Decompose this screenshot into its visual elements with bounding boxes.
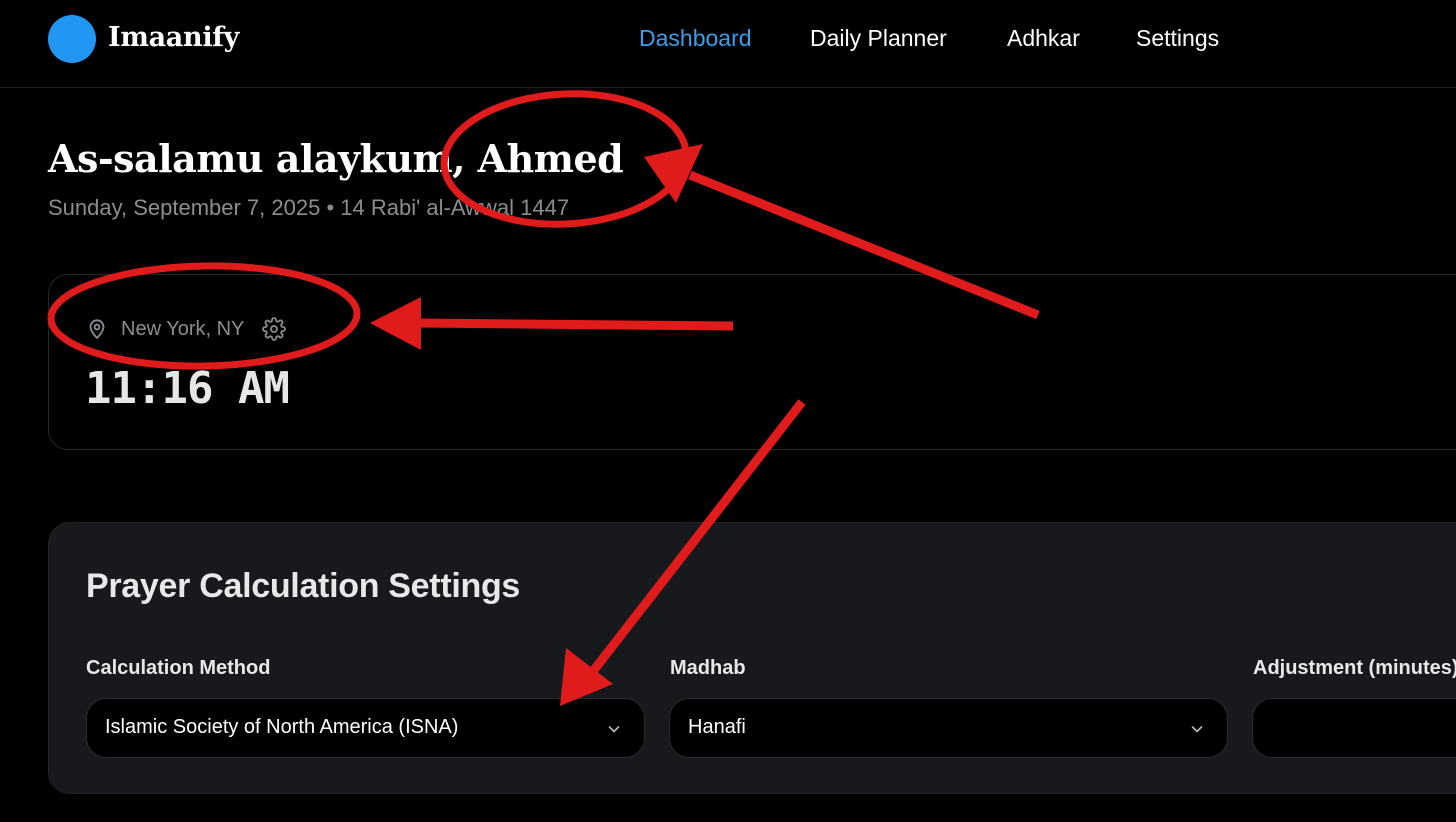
adjustment-input[interactable] (1252, 698, 1456, 758)
date-line: Sunday, September 7, 2025 • 14 Rabi' al-… (48, 195, 570, 220)
madhab-select[interactable]: Hanafi (669, 698, 1228, 758)
location-row: New York, NY (85, 315, 287, 343)
greeting-heading: As-salamu alaykum, Ahmed (48, 136, 624, 181)
app-logo[interactable] (48, 15, 96, 63)
calculation-method-label: Calculation Method (86, 657, 271, 679)
nav-dashboard[interactable]: Dashboard (639, 25, 752, 52)
top-navbar: Imaanify Dashboard Daily Planner Adhkar … (0, 0, 1456, 88)
nav-adhkar[interactable]: Adhkar (1007, 25, 1080, 52)
prayer-settings-card: Prayer Calculation Settings Calculation … (48, 522, 1456, 794)
chevron-down-icon (606, 721, 622, 737)
madhab-label: Madhab (670, 657, 746, 679)
map-pin-icon (85, 317, 109, 341)
location-time-card: New York, NY 11:16 AM (48, 274, 1456, 450)
app-brand-name[interactable]: Imaanify (108, 22, 239, 53)
nav-daily-planner[interactable]: Daily Planner (810, 25, 947, 52)
location-text: New York, NY (121, 317, 245, 340)
calculation-method-value: Islamic Society of North America (ISNA) (105, 716, 459, 738)
madhab-value: Hanafi (688, 716, 746, 738)
calculation-method-select[interactable]: Islamic Society of North America (ISNA) (86, 698, 645, 758)
annotation-arrowhead-name (644, 144, 703, 203)
adjustment-label: Adjustment (minutes) (1253, 657, 1456, 679)
page: Imaanify Dashboard Daily Planner Adhkar … (0, 0, 1456, 822)
settings-title: Prayer Calculation Settings (86, 567, 521, 605)
current-time: 11:16 AM (85, 363, 290, 414)
nav-settings[interactable]: Settings (1136, 25, 1219, 52)
gear-icon[interactable] (262, 317, 287, 341)
chevron-down-icon (1189, 721, 1205, 737)
